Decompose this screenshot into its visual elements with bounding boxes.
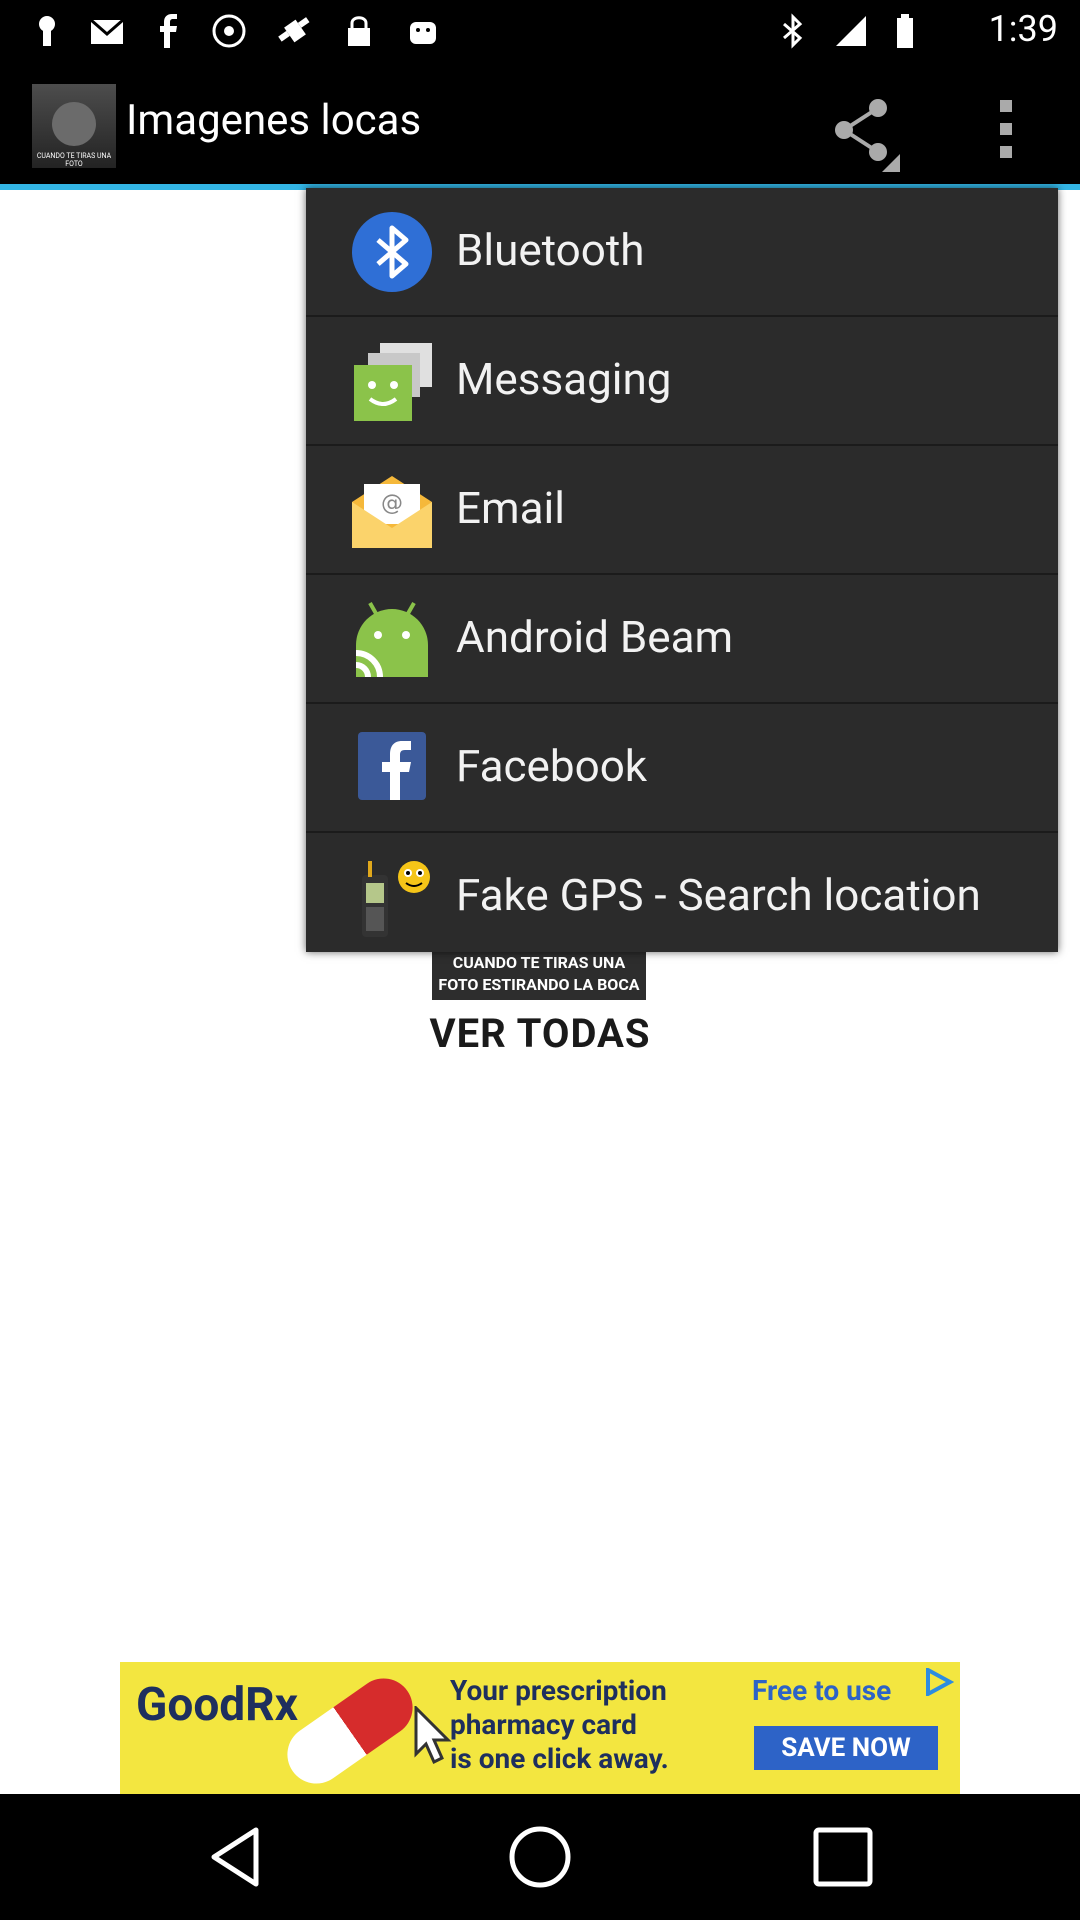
signal-icon (836, 16, 866, 46)
ver-todas-link[interactable]: VER TODAS (0, 1010, 1080, 1057)
share-item-fake-gps[interactable]: Fake GPS - Search location (306, 833, 1058, 960)
no-disturb-icon (212, 14, 246, 48)
share-item-bluetooth[interactable]: Bluetooth (306, 188, 1058, 317)
share-item-messaging[interactable]: Messaging (306, 317, 1058, 446)
cursor-icon (414, 1706, 452, 1765)
status-bar: 1:39 (0, 0, 1080, 62)
monkey-face (52, 102, 96, 146)
fake-gps-icon (362, 861, 430, 937)
facebook-icon (160, 14, 177, 48)
clock: 1:39 (988, 8, 1058, 50)
share-item-label: Messaging (456, 353, 672, 405)
share-item-email[interactable]: @ Email (306, 446, 1058, 575)
share-item-label: Bluetooth (456, 224, 645, 276)
back-icon[interactable] (200, 1822, 270, 1892)
share-item-label: Facebook (456, 740, 648, 792)
messaging-icon (354, 343, 432, 421)
ad-save-now-button[interactable]: SAVE NOW (754, 1726, 938, 1770)
share-item-label: Android Beam (456, 611, 734, 663)
email-icon: @ (352, 476, 432, 548)
notification-mail-icon (90, 18, 124, 44)
android-icon (410, 22, 436, 44)
thumb-caption: CUANDO TE TIRAS UNA FOTO (36, 152, 112, 168)
bluetooth-icon (783, 13, 803, 49)
ad-brand: GoodRx (136, 1678, 299, 1732)
adchoices-icon[interactable] (924, 1668, 954, 1696)
ad-line-3: is one click away. (450, 1742, 669, 1775)
svg-text:@: @ (381, 491, 403, 516)
share-menu: Bluetooth Messaging @ Email Android Beam… (306, 188, 1058, 952)
ad-line-1: Your prescription (450, 1674, 667, 1707)
facebook-icon (358, 732, 426, 800)
overflow-menu-icon[interactable] (982, 94, 1032, 164)
pill-image (276, 1667, 424, 1794)
android-beam-icon (355, 602, 428, 678)
fake-gps-icon (278, 17, 310, 43)
ad-line-2: pharmacy card (450, 1708, 637, 1741)
recents-icon[interactable] (808, 1822, 878, 1892)
ad-free-label: Free to use (752, 1674, 892, 1707)
keyhole-icon (39, 16, 55, 46)
home-icon[interactable] (505, 1822, 575, 1892)
share-item-android-beam[interactable]: Android Beam (306, 575, 1058, 704)
app-icon[interactable]: CUANDO TE TIRAS UNA FOTO (32, 84, 116, 168)
share-item-facebook[interactable]: Facebook (306, 704, 1058, 833)
share-icon[interactable] (822, 94, 902, 174)
page-title: Imagenes locas (126, 96, 422, 145)
battery-icon (897, 14, 913, 48)
share-item-label: Email (456, 482, 565, 534)
share-item-label: Fake GPS - Search location (456, 869, 981, 921)
navigation-bar (0, 1794, 1080, 1920)
bluetooth-icon (352, 212, 432, 292)
lock-icon (348, 16, 370, 46)
ad-banner[interactable]: GoodRx Your prescription pharmacy card i… (120, 1662, 960, 1794)
